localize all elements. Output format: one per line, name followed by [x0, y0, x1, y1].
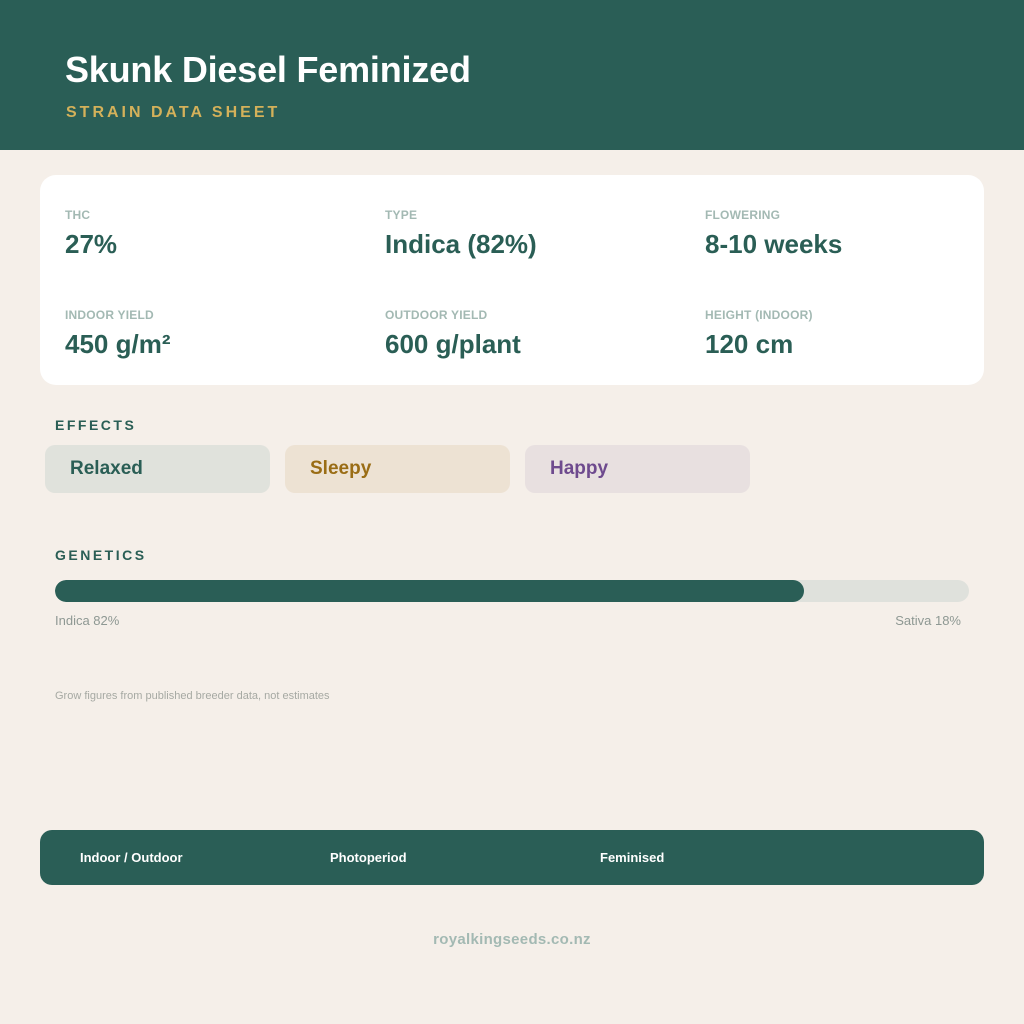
stat-thc: THC 27% [65, 208, 365, 260]
stat-value: Indica (82%) [385, 229, 537, 259]
feature-photoperiod: Photoperiod [330, 850, 407, 865]
indica-label: Indica 82% [55, 613, 120, 628]
stats-card: THC 27% TYPE Indica (82%) FLOWERING 8-10… [40, 175, 984, 385]
stat-outdoor-yield: OUTDOOR YIELD 600 g/plant [385, 308, 685, 360]
stat-flowering: FLOWERING 8-10 weeks [705, 208, 1005, 260]
effect-chip-relaxed: Relaxed [45, 445, 270, 493]
stat-value: 8-10 weeks [705, 229, 843, 259]
sativa-label: Sativa 18% [895, 613, 961, 628]
stat-label: OUTDOOR YIELD [385, 308, 488, 322]
stat-type: TYPE Indica (82%) [385, 208, 685, 260]
stat-label: THC [65, 208, 91, 222]
effects-heading: EFFECTS [55, 417, 137, 433]
genetics-bar [55, 580, 969, 602]
stat-label: FLOWERING [705, 208, 781, 222]
effect-chip-happy: Happy [525, 445, 750, 493]
effect-chip-sleepy: Sleepy [285, 445, 510, 493]
stat-value: 450 g/m² [65, 329, 171, 359]
stat-value: 27% [65, 229, 118, 259]
page-title: Skunk Diesel Feminized [65, 49, 471, 90]
data-source-note: Grow figures from published breeder data… [55, 690, 330, 702]
website-link[interactable]: royalkingseeds.co.nz [0, 931, 1024, 948]
stat-indoor-yield: INDOOR YIELD 450 g/m² [65, 308, 365, 360]
stat-label: INDOOR YIELD [65, 308, 154, 322]
feature-indoor-outdoor: Indoor / Outdoor [80, 850, 183, 865]
genetics-bar-indica-fill [55, 580, 805, 602]
feature-feminised: Feminised [600, 850, 665, 865]
stat-label: HEIGHT (INDOOR) [705, 308, 813, 322]
stat-height: HEIGHT (INDOOR) 120 cm [705, 308, 1005, 360]
stat-value: 120 cm [705, 329, 794, 359]
stat-label: TYPE [385, 208, 418, 222]
stat-value: 600 g/plant [385, 329, 521, 359]
features-bar: Indoor / Outdoor Photoperiod Feminised [40, 830, 984, 885]
page-subtitle: STRAIN DATA SHEET [66, 104, 281, 121]
header: Skunk Diesel Feminized STRAIN DATA SHEET [0, 0, 1024, 150]
genetics-heading: GENETICS [55, 547, 147, 563]
